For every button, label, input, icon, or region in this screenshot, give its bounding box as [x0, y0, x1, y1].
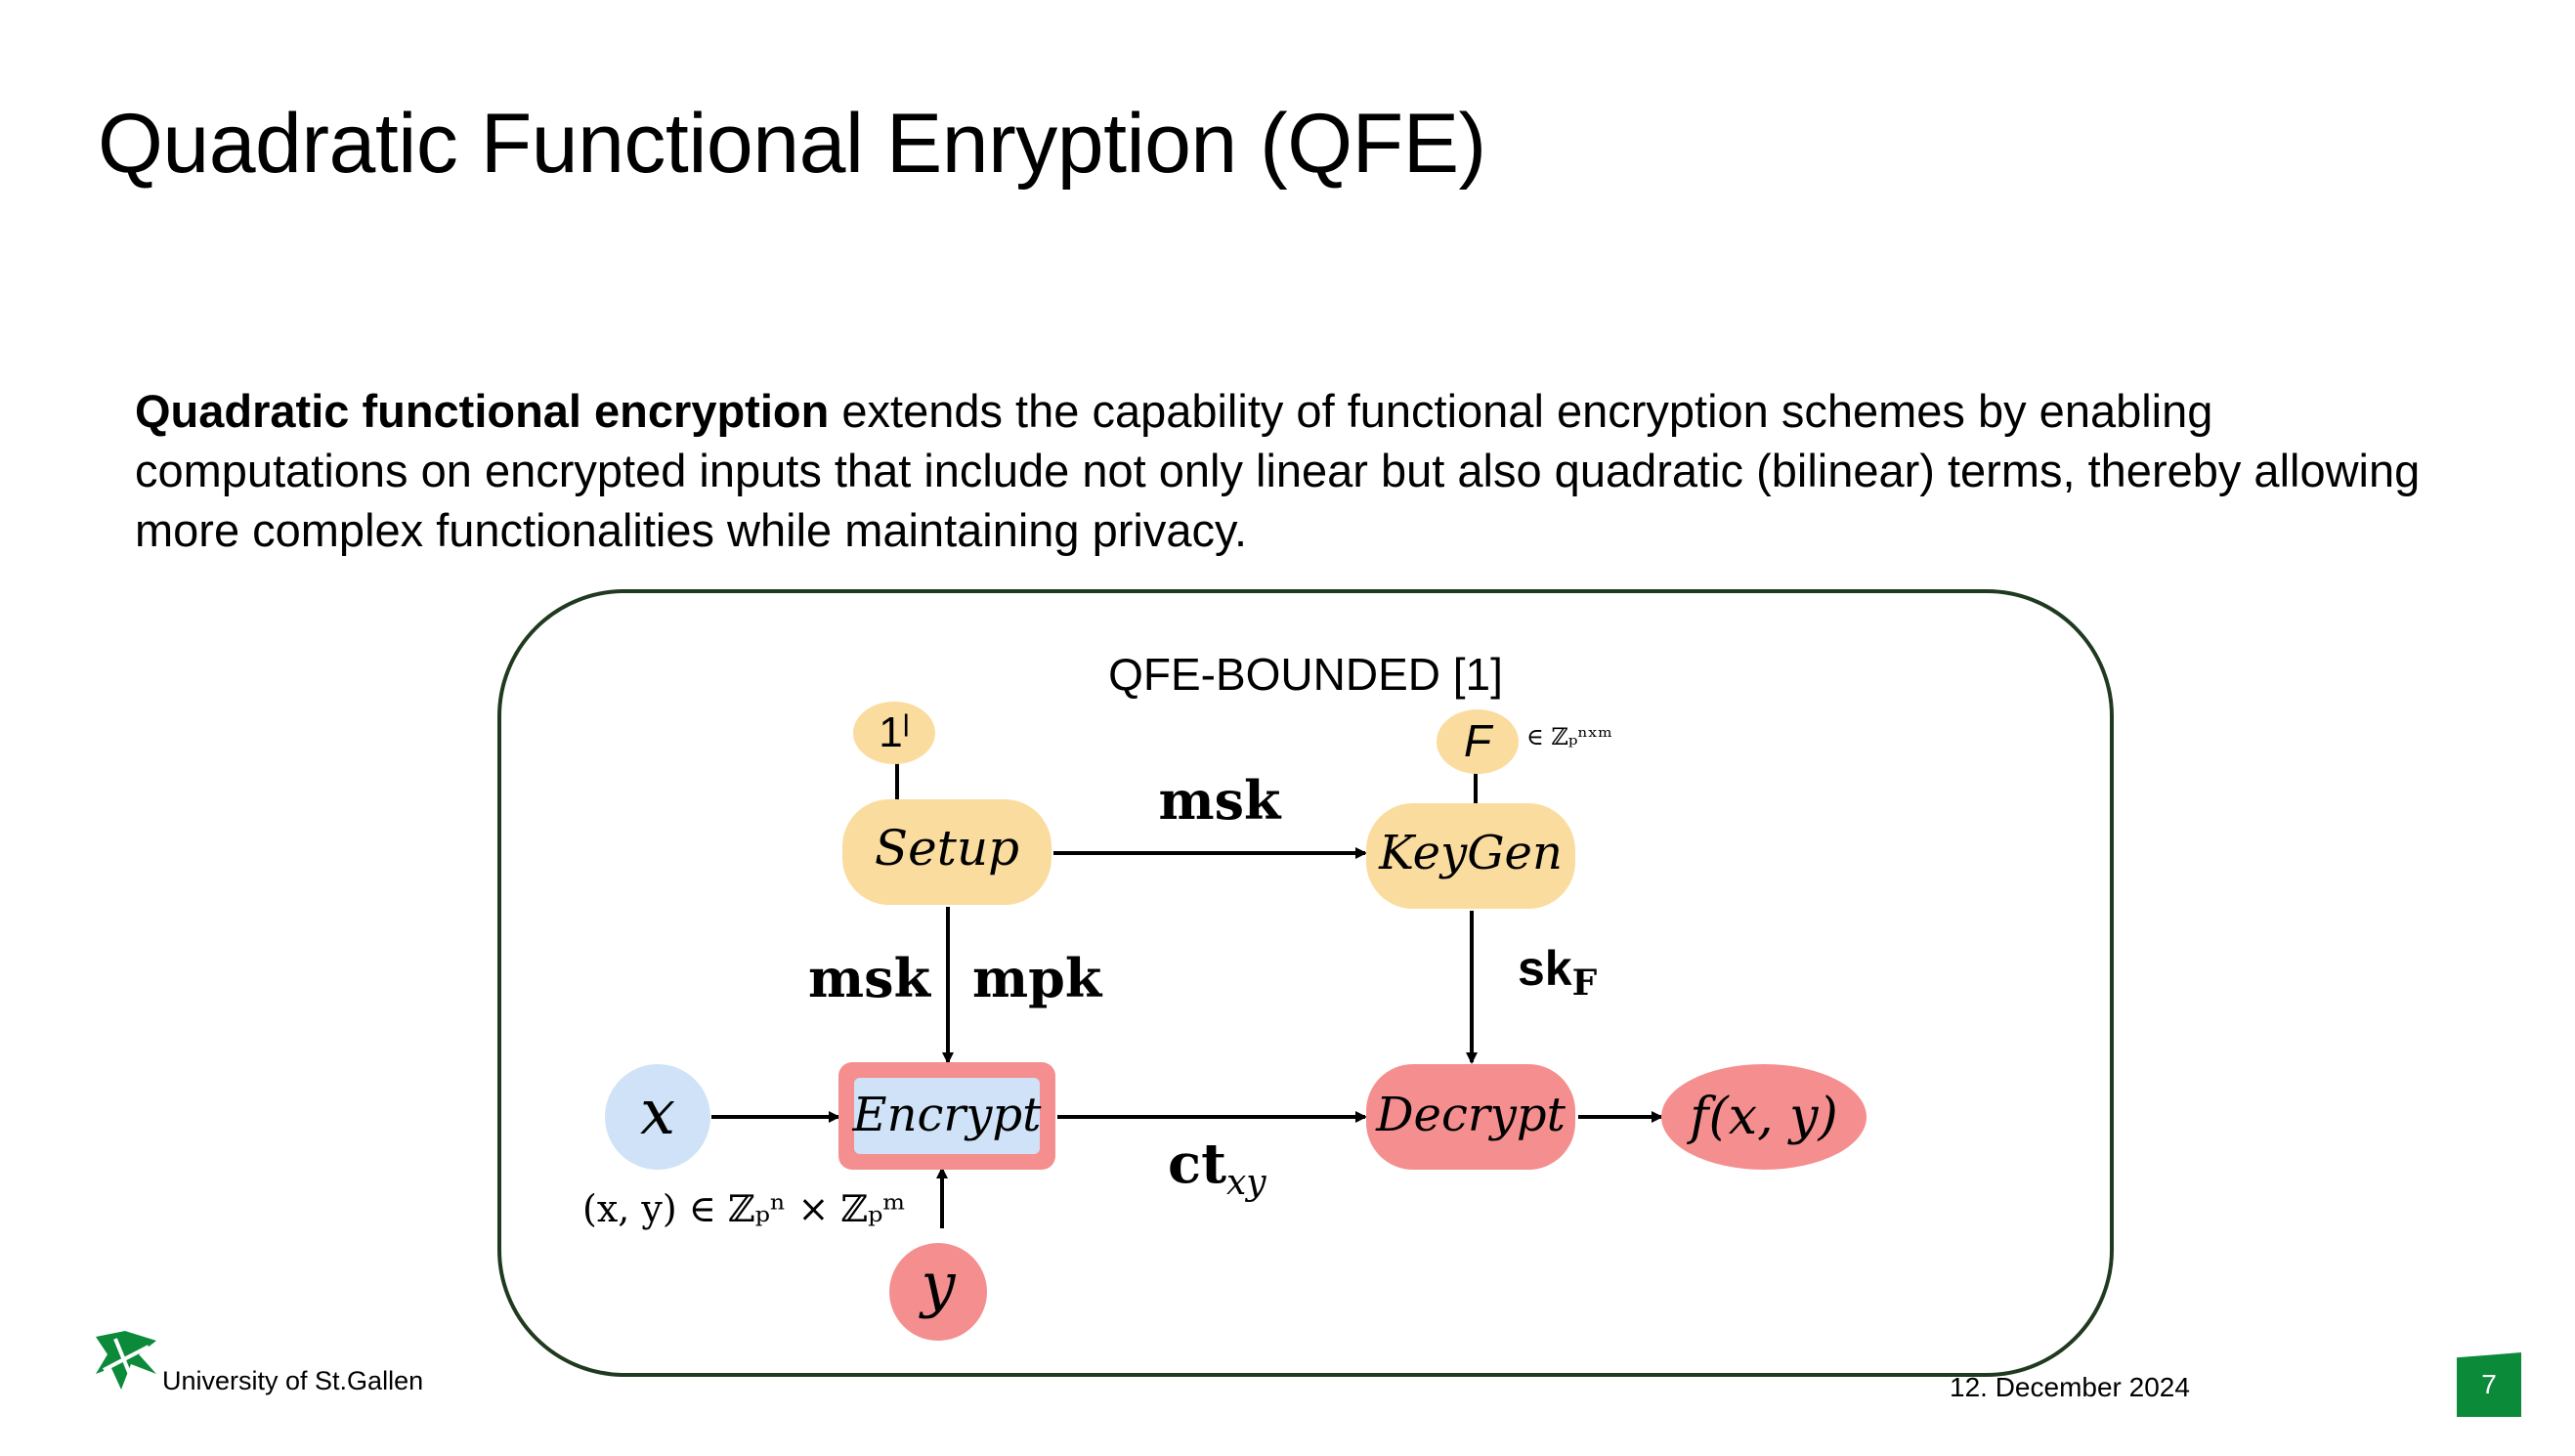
function-input-label: F — [1464, 715, 1494, 766]
edge-label-ct-sub: xy — [1226, 1163, 1266, 1203]
edge-label-ct-main: ct — [1168, 1132, 1226, 1196]
edge-label-msk-top: msk — [1159, 769, 1283, 832]
edge-label-msk-left: msk — [808, 947, 932, 1009]
edge-label-sk: skF — [1518, 941, 1598, 1004]
security-parameter-label: 1ˡ — [879, 708, 909, 756]
page-number: 7 — [2481, 1369, 2497, 1399]
edge-label-mpk-right: mpk — [972, 947, 1103, 1009]
presentation-date: 12. December 2024 — [1950, 1372, 2190, 1402]
function-domain-label: ∈ ℤₚⁿˣᵐ — [1526, 723, 1612, 750]
keygen-label: KeyGen — [1378, 826, 1563, 880]
edge-label-sk-sub: F — [1572, 963, 1598, 1004]
input-domain-label: (x, y) ∈ ℤₚⁿ × ℤₚᵐ — [582, 1187, 906, 1230]
university-name: University of St.Gallen — [162, 1366, 424, 1395]
qfe-diagram: 1ˡ F ∈ ℤₚⁿˣᵐ Setup KeyGen msk msk mpk sk… — [582, 702, 1867, 1341]
input-x-label: x — [640, 1077, 675, 1149]
university-logo-icon — [96, 1331, 156, 1390]
setup-label: Setup — [875, 820, 1019, 877]
input-y-label: y — [918, 1249, 956, 1320]
encrypt-label: Encrypt — [852, 1088, 1043, 1142]
edge-label-ct: ctxy — [1168, 1132, 1266, 1203]
page-number-badge: 7 — [2457, 1352, 2521, 1417]
decrypt-label: Decrypt — [1375, 1088, 1566, 1142]
edge-label-sk-main: sk — [1518, 941, 1572, 996]
output-label: f(x, y) — [1686, 1088, 1838, 1146]
